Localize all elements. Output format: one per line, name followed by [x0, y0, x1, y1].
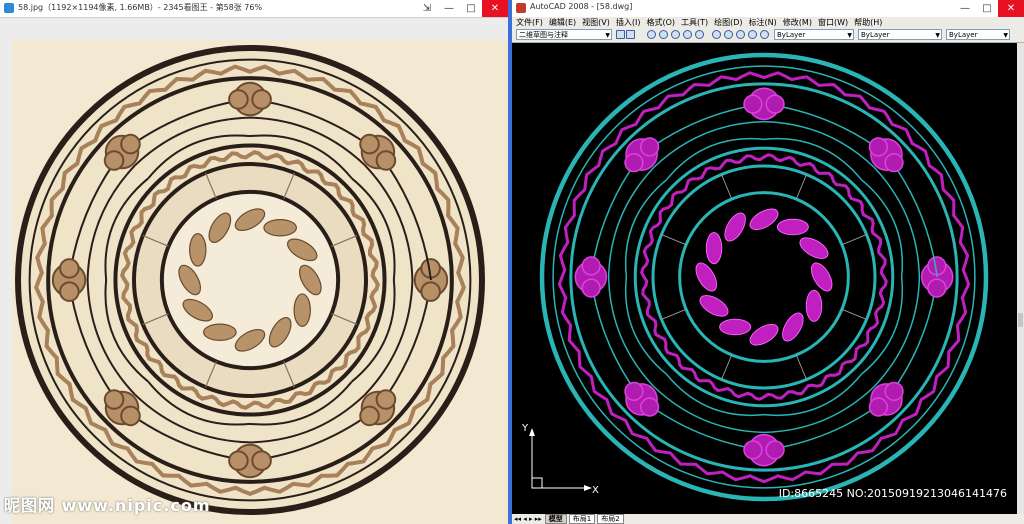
ucs-y-label: Y	[522, 423, 529, 434]
linetype-combo[interactable]: ByLayer ▼	[858, 29, 942, 40]
scroll-thumb[interactable]	[1018, 313, 1023, 327]
cad-maximize-button[interactable]: □	[976, 0, 998, 17]
pin-button[interactable]: ⇲	[416, 0, 438, 17]
menu-dimension[interactable]: 标注(N)	[749, 17, 777, 28]
image-viewer-window: 58.jpg（1192×1194像素, 1.66MB）- 2345看图王 - 第…	[0, 0, 508, 524]
tab-layout2[interactable]: 布局2	[597, 514, 624, 524]
chevron-down-icon: ▼	[847, 32, 852, 39]
tab-nav-icon[interactable]: ◂◂ ◂ ▸ ▸▸	[514, 515, 542, 523]
menu-modify[interactable]: 修改(M)	[783, 17, 812, 28]
viewer-titlebar[interactable]: 58.jpg（1192×1194像素, 1.66MB）- 2345看图王 - 第…	[0, 0, 508, 18]
cad-vertical-scrollbar[interactable]	[1017, 43, 1024, 514]
zoom-previous-icon[interactable]	[760, 30, 769, 39]
zoom-dynamic-icon[interactable]	[671, 30, 680, 39]
marble-medallion-image	[12, 40, 508, 524]
autocad-app-icon	[516, 3, 526, 13]
ucs-icon	[529, 428, 592, 491]
cad-title: AutoCAD 2008 - [58.dwg]	[530, 2, 633, 11]
menu-insert[interactable]: 插入(I)	[616, 17, 641, 28]
viewer-app-icon	[4, 3, 14, 13]
zoom-scale-icon[interactable]	[683, 30, 692, 39]
menu-edit[interactable]: 编辑(E)	[549, 17, 576, 28]
color-combo[interactable]: ByLayer ▼	[774, 29, 854, 40]
menu-help[interactable]: 帮助(H)	[854, 17, 882, 28]
menu-view[interactable]: 视图(V)	[582, 17, 610, 28]
image-canvas	[0, 18, 508, 524]
id-text: ID:8665245 NO:20150919213046141476	[778, 487, 1007, 500]
zoom-extents-icon[interactable]	[748, 30, 757, 39]
cad-toolbar: 二维草图与注释 ▼ ByLayer ▼ ByLayer ▼ ByLayer ▼	[512, 28, 1024, 43]
lineweight-combo[interactable]: ByLayer ▼	[946, 29, 1010, 40]
ucs-x-label: X	[592, 485, 599, 496]
viewer-title: 58.jpg（1192×1194像素, 1.66MB）- 2345看图王 - 第…	[18, 3, 263, 12]
autocad-window: AutoCAD 2008 - [58.dwg] — □ ✕ 文件(F) 编辑(E…	[512, 0, 1024, 524]
zoom-center-icon[interactable]	[695, 30, 704, 39]
layout-tabs: ◂◂ ◂ ▸ ▸▸ 模型 布局1 布局2	[512, 514, 1024, 524]
watermark-text: 昵图网 www.nipic.com	[4, 496, 211, 515]
chevron-down-icon: ▼	[935, 32, 940, 39]
zoom-window-icon[interactable]	[659, 30, 668, 39]
close-button[interactable]: ✕	[482, 0, 508, 17]
cad-menubar: 文件(F) 编辑(E) 视图(V) 插入(I) 格式(O) 工具(T) 绘图(D…	[512, 17, 1024, 28]
zoom-out-icon[interactable]	[724, 30, 733, 39]
menu-window[interactable]: 窗口(W)	[818, 17, 848, 28]
minimize-button[interactable]: —	[438, 0, 460, 17]
chevron-down-icon: ▼	[605, 32, 610, 39]
cad-titlebar[interactable]: AutoCAD 2008 - [58.dwg] — □ ✕	[512, 0, 1024, 18]
chevron-down-icon: ▼	[1003, 32, 1008, 39]
tab-model[interactable]: 模型	[544, 514, 567, 524]
tab-layout1[interactable]: 布局1	[568, 514, 596, 524]
cad-minimize-button[interactable]: —	[954, 0, 976, 17]
zoom-realtime-icon[interactable]	[647, 30, 656, 39]
maximize-button[interactable]: □	[460, 0, 482, 17]
cad-drawing-area[interactable]: Y X ID:8665245 NO:20150919213046141476	[512, 43, 1017, 514]
cad-close-button[interactable]: ✕	[998, 0, 1024, 17]
zoom-in-icon[interactable]	[712, 30, 721, 39]
workspace-settings-icon[interactable]	[616, 30, 625, 39]
zoom-all-icon[interactable]	[736, 30, 745, 39]
workspace-combo[interactable]: 二维草图与注释 ▼	[516, 29, 612, 40]
menu-tools[interactable]: 工具(T)	[681, 17, 708, 28]
menu-format[interactable]: 格式(O)	[646, 17, 675, 28]
menu-file[interactable]: 文件(F)	[516, 17, 543, 28]
workspace-save-icon[interactable]	[626, 30, 635, 39]
menu-draw[interactable]: 绘图(D)	[714, 17, 742, 28]
